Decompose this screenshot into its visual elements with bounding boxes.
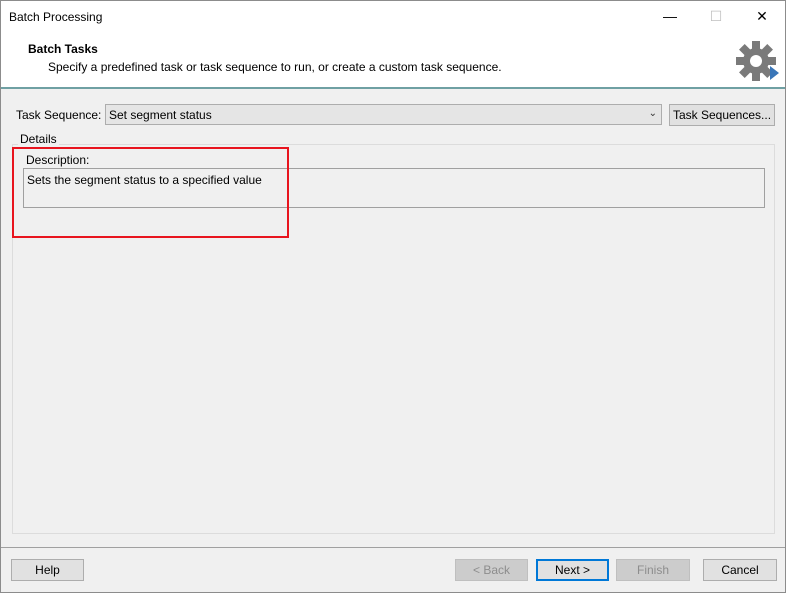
task-sequence-selected: Set segment status — [109, 108, 212, 122]
minimize-button[interactable]: — — [647, 1, 693, 31]
finish-button[interactable]: Finish — [616, 559, 690, 581]
gear-icon — [736, 41, 779, 81]
next-button[interactable]: Next > — [536, 559, 609, 581]
chevron-down-icon: ⌄ — [648, 108, 657, 119]
details-group-label: Details — [18, 132, 59, 146]
task-sequence-dropdown[interactable]: Set segment status ⌄ — [105, 104, 662, 125]
window-title: Batch Processing — [9, 10, 103, 24]
batch-processing-window: Batch Processing — ☐ ✕ Batch Tasks Speci… — [0, 0, 786, 593]
help-button[interactable]: Help — [11, 559, 84, 581]
back-button[interactable]: < Back — [455, 559, 528, 581]
highlight-rectangle — [12, 147, 289, 238]
task-sequences-button[interactable]: Task Sequences... — [669, 104, 775, 126]
page-subtitle: Specify a predefined task or task sequen… — [48, 60, 502, 74]
footer-divider — [1, 547, 785, 548]
page-title: Batch Tasks — [28, 42, 98, 56]
cancel-button[interactable]: Cancel — [703, 559, 777, 581]
close-button[interactable]: ✕ — [739, 1, 785, 31]
task-sequence-label: Task Sequence: — [16, 108, 102, 122]
maximize-button[interactable]: ☐ — [693, 1, 739, 31]
title-bar: Batch Processing — ☐ ✕ — [1, 1, 785, 31]
wizard-header: Batch Tasks Specify a predefined task or… — [1, 31, 785, 89]
